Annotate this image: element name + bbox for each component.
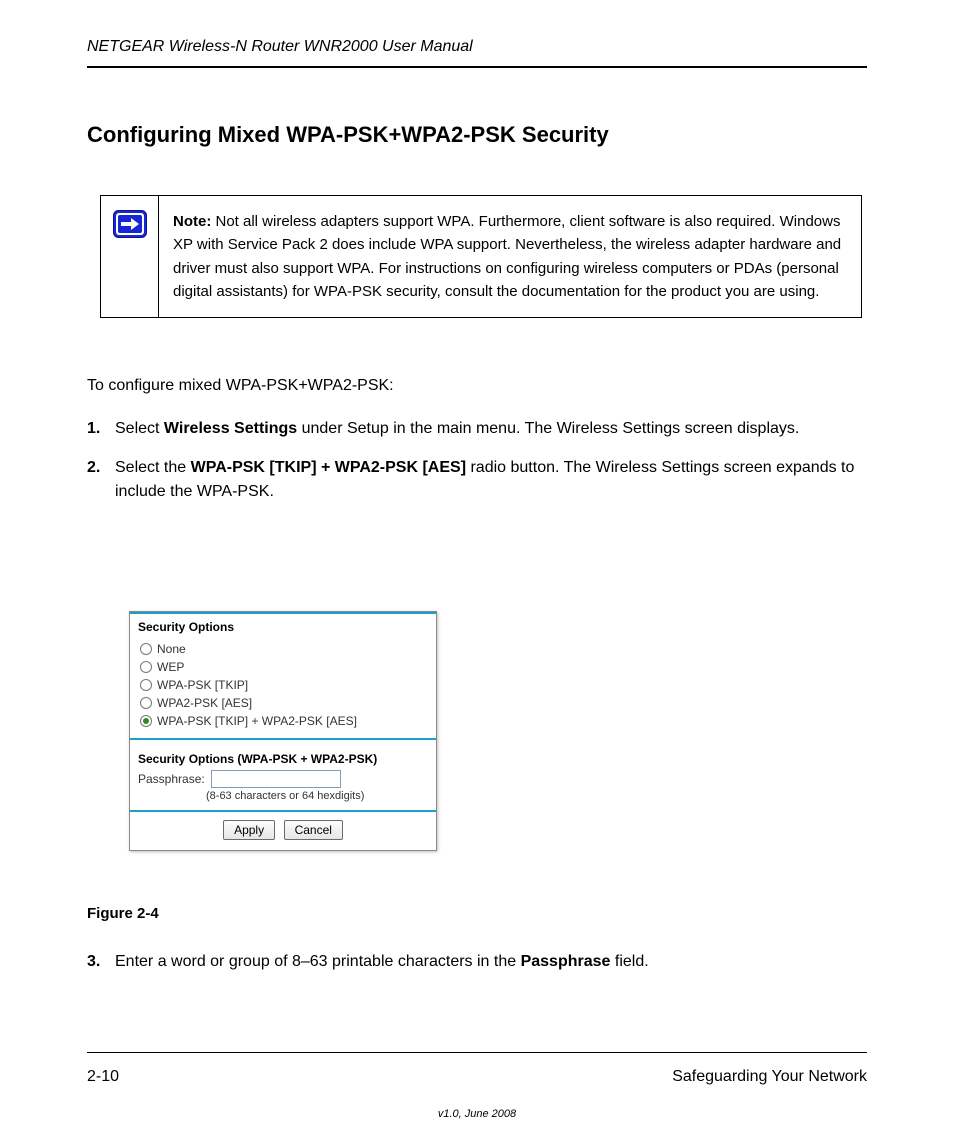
radio-label: WPA2-PSK [AES] (157, 696, 252, 710)
body-text: To configure mixed WPA-PSK+WPA2-PSK: 1. … (87, 374, 867, 505)
apply-button[interactable]: Apply (223, 820, 275, 840)
step-3-number: 3. (87, 950, 115, 975)
note-box: Note: Not all wireless adapters support … (100, 195, 862, 318)
radio-wep[interactable]: WEP (140, 658, 430, 676)
note-icon-cell (101, 196, 159, 317)
step-2: 2. Select the WPA-PSK [TKIP] + WPA2-PSK … (87, 456, 867, 506)
arrow-right-icon (113, 210, 147, 238)
note-label: Note: (173, 213, 211, 230)
header-rule (87, 66, 867, 68)
step-3-body: Enter a word or group of 8–63 printable … (115, 950, 867, 975)
security-options-list: None WEP WPA-PSK [TKIP] WPA2-PSK [AES] W… (130, 638, 436, 738)
step-3: 3. Enter a word or group of 8–63 printab… (87, 950, 867, 975)
chapter-title: Safeguarding Your Network (672, 1068, 867, 1086)
radio-icon (140, 661, 152, 673)
radio-icon-selected (140, 715, 152, 727)
intro-line: To configure mixed WPA-PSK+WPA2-PSK: (87, 374, 867, 399)
footer-rule (87, 1052, 867, 1053)
passphrase-input[interactable] (211, 770, 341, 788)
page-header: NETGEAR Wireless-N Router WNR2000 User M… (87, 38, 867, 68)
cancel-button[interactable]: Cancel (284, 820, 343, 840)
note-text: Note: Not all wireless adapters support … (159, 196, 861, 317)
radio-icon (140, 679, 152, 691)
step-1-number: 1. (87, 417, 115, 442)
page-number: 2-10 (87, 1068, 119, 1086)
radio-label: WPA-PSK [TKIP] (157, 678, 248, 692)
passphrase-hint: (8-63 characters or 64 hexdigits) (138, 788, 428, 802)
security-options-panel: Security Options None WEP WPA-PSK [TKIP]… (129, 611, 437, 851)
step-1-body: Select Wireless Settings under Setup in … (115, 417, 867, 442)
step-2-number: 2. (87, 456, 115, 506)
security-options-subtitle: Security Options (WPA-PSK + WPA2-PSK) (138, 746, 428, 770)
doc-version: v1.0, June 2008 (0, 1108, 954, 1120)
note-body: Not all wireless adapters support WPA. F… (173, 213, 841, 300)
step-2-body: Select the WPA-PSK [TKIP] + WPA2-PSK [AE… (115, 456, 867, 506)
section-heading: Configuring Mixed WPA-PSK+WPA2-PSK Secur… (87, 122, 609, 148)
passphrase-row: Passphrase: (138, 770, 428, 788)
passphrase-label: Passphrase: (138, 772, 205, 786)
panel-button-row: Apply Cancel (130, 812, 436, 850)
radio-label: WEP (157, 660, 184, 674)
radio-icon (140, 697, 152, 709)
figure-caption: Figure 2-4 (87, 905, 159, 922)
radio-icon (140, 643, 152, 655)
radio-label: WPA-PSK [TKIP] + WPA2-PSK [AES] (157, 714, 357, 728)
manual-title: NETGEAR Wireless-N Router WNR2000 User M… (87, 38, 867, 56)
radio-label: None (157, 642, 186, 656)
radio-wpa-tkip[interactable]: WPA-PSK [TKIP] (140, 676, 430, 694)
radio-mixed[interactable]: WPA-PSK [TKIP] + WPA2-PSK [AES] (140, 712, 430, 730)
radio-wpa2-aes[interactable]: WPA2-PSK [AES] (140, 694, 430, 712)
step-1: 1. Select Wireless Settings under Setup … (87, 417, 867, 442)
security-options-title: Security Options (130, 614, 436, 638)
radio-none[interactable]: None (140, 640, 430, 658)
